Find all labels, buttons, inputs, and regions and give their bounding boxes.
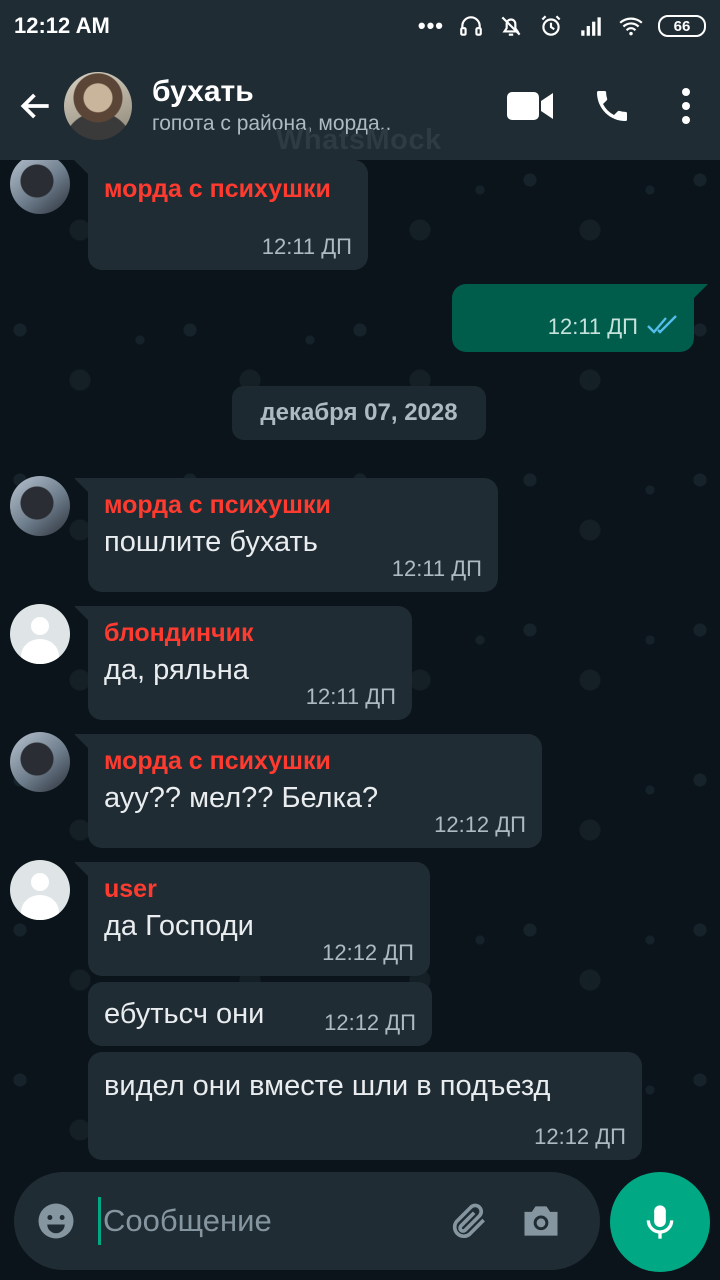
group-avatar[interactable]	[64, 72, 132, 140]
sender-avatar-default[interactable]	[10, 604, 70, 664]
attach-button[interactable]	[443, 1195, 495, 1247]
voice-record-button[interactable]	[610, 1172, 710, 1272]
status-time: 12:12 AM	[14, 13, 110, 38]
message-time: 12:11 ДП	[391, 556, 482, 581]
sender-avatar[interactable]	[10, 476, 70, 536]
message-bubble[interactable]: блондинчик да, ряльна 12:11 ДП	[74, 606, 412, 720]
video-call-button[interactable]	[498, 74, 562, 138]
sender-name: морда с психушки	[104, 175, 331, 203]
message-bubble[interactable]: морда с психушки 12:11 ДП	[74, 160, 368, 270]
message-time: 12:12 ДП	[534, 1124, 626, 1149]
message-input[interactable]	[103, 1203, 433, 1239]
date-separator: декабря 07, 2028	[232, 386, 486, 440]
message-list[interactable]: морда с психушки 12:11 ДП 12:11 ДП декаб…	[0, 160, 720, 1170]
sender-name: блондинчик	[104, 619, 254, 647]
arrow-left-icon	[20, 93, 49, 119]
video-camera-icon	[507, 92, 553, 120]
battery-icon: 66	[658, 15, 706, 37]
text-cursor	[98, 1197, 101, 1245]
back-button[interactable]	[8, 78, 64, 134]
sender-name: user	[104, 875, 157, 903]
headphones-icon	[460, 16, 482, 36]
wifi-icon	[619, 17, 643, 36]
message-time: 12:12 ДП	[434, 812, 526, 837]
more-options-button[interactable]	[662, 74, 710, 138]
camera-button[interactable]	[515, 1195, 567, 1247]
header-actions	[480, 74, 720, 138]
message-text: видел они вместе шли в подъезд	[104, 1070, 551, 1102]
smiley-icon	[38, 1203, 74, 1239]
message-bubble[interactable]: ебутьсч они 12:12 ДП	[88, 982, 432, 1046]
message-time: 12:11 ДП	[547, 314, 638, 339]
message-bubble[interactable]: видел они вместе шли в подъезд 12:12 ДП	[88, 1052, 642, 1160]
message-bubble[interactable]: морда с психушки ауу?? мел?? Белка? 12:1…	[74, 734, 542, 848]
message-bubble-outgoing[interactable]: 12:11 ДП	[452, 284, 708, 352]
message-time: 12:12 ДП	[324, 1010, 416, 1035]
message-time: 12:11 ДП	[305, 684, 396, 709]
microphone-icon	[646, 1205, 674, 1239]
read-ticks-icon	[647, 315, 677, 334]
message-bubble[interactable]: user да Господи 12:12 ДП	[74, 862, 430, 976]
emoji-button[interactable]	[32, 1197, 80, 1245]
camera-icon	[524, 1206, 558, 1236]
message-time: 12:11 ДП	[261, 234, 352, 259]
sender-name: морда с психушки	[104, 747, 331, 775]
message-bubble[interactable]: морда с психушки пошлите бухать 12:11 ДП	[74, 478, 498, 592]
more-notifications-icon: •••	[417, 13, 444, 38]
sender-avatar-default[interactable]	[10, 860, 70, 920]
compose-bar	[14, 1172, 600, 1270]
status-icons: ••• 66	[418, 13, 706, 39]
sender-avatar[interactable]	[10, 160, 70, 214]
sender-name: морда с психушки	[104, 491, 331, 519]
paperclip-icon	[452, 1203, 485, 1238]
alarm-icon	[541, 15, 561, 36]
chat-title: бухать	[152, 75, 254, 108]
status-bar: 12:12 AM ••• 66	[0, 0, 720, 52]
phone-icon	[597, 91, 627, 121]
signal-icon	[581, 17, 601, 36]
message-time: 12:12 ДП	[322, 940, 414, 965]
sender-avatar[interactable]	[10, 732, 70, 792]
voice-call-button[interactable]	[580, 74, 644, 138]
watermark: WhatsMock	[276, 124, 442, 156]
mute-bell-icon	[501, 16, 521, 36]
more-vertical-icon	[682, 88, 690, 124]
